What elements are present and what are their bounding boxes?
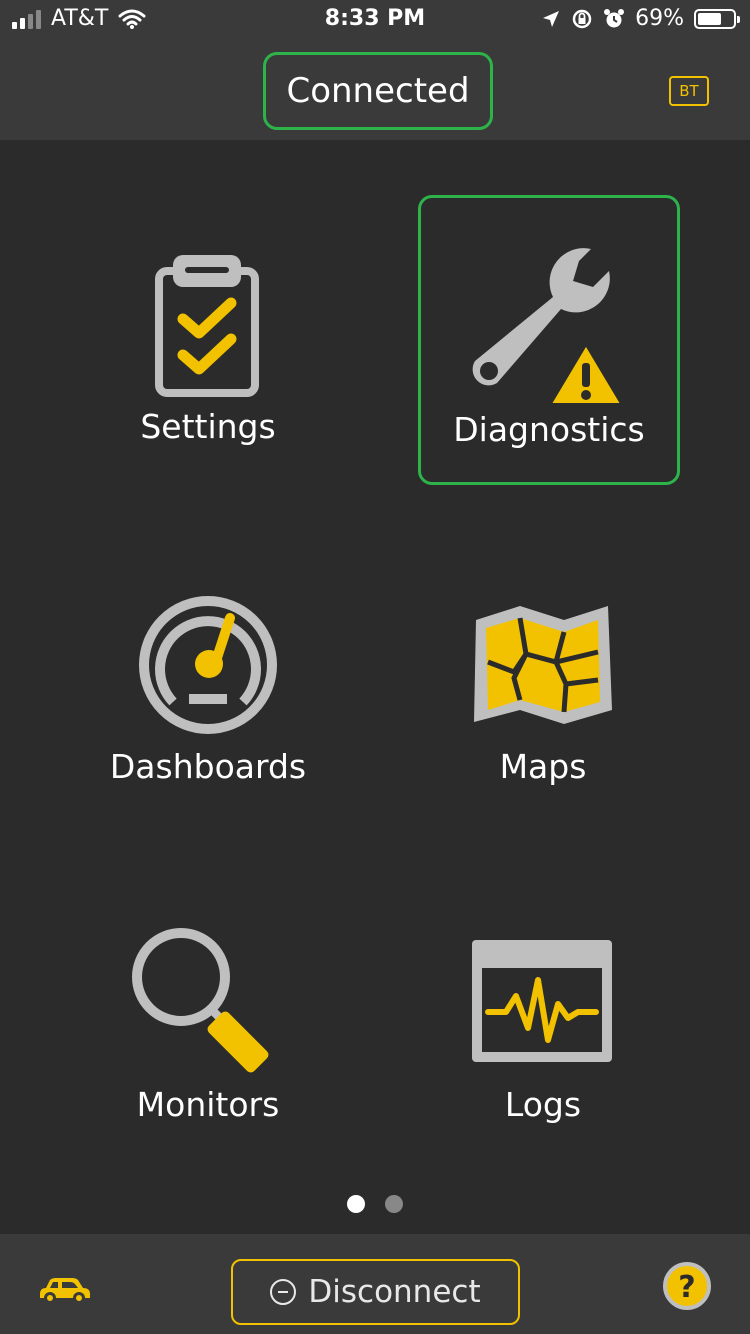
menu-tile-monitors[interactable]: Monitors [77,870,339,1160]
activity-log-window-icon [472,940,612,1062]
folded-map-icon [474,606,612,724]
minus-circle-icon [270,1279,297,1305]
help-icon-glyph: ? [678,1270,695,1305]
bottom-bar: Disconnect ? [0,1234,750,1334]
wrench-warning-icon [472,248,625,407]
app-header: Connected BT [0,40,750,140]
clipboard-checklist-icon [155,255,259,397]
disconnect-label: Disconnect [308,1274,481,1310]
battery-fill [698,12,721,25]
connection-status[interactable]: Connected [263,52,493,130]
alarm-icon [604,8,625,27]
menu-label-dashboards: Dashboards [109,747,307,786]
menu-label-logs: Logs [504,1085,582,1124]
disconnect-button[interactable]: Disconnect [231,1259,520,1325]
menu-tile-diagnostics[interactable]: Diagnostics [418,195,680,485]
menu-tile-settings[interactable]: Settings [77,195,339,485]
status-right: 69% [541,6,740,31]
status-bar: AT&T 8:33 PM 69% [0,0,750,40]
menu-tile-logs[interactable]: Logs [412,870,674,1160]
menu-label-settings: Settings [140,407,276,446]
page-dot-2[interactable] [385,1195,403,1213]
location-arrow-icon [543,10,560,27]
speedometer-gauge-icon [139,596,277,734]
magnifying-glass-icon [132,928,269,1073]
car-icon[interactable] [36,1276,92,1306]
page-indicator [0,1195,750,1213]
battery-icon [694,8,740,29]
bluetooth-badge[interactable]: BT [669,76,709,106]
menu-label-monitors: Monitors [136,1085,280,1124]
orientation-lock-icon [572,9,592,28]
battery-percentage: 69% [635,6,684,31]
menu-tile-maps[interactable]: Maps [412,532,674,822]
page-dot-1[interactable] [347,1195,365,1213]
menu-label-maps: Maps [499,747,587,786]
menu-label-diagnostics: Diagnostics [453,410,645,449]
menu-tile-dashboards[interactable]: Dashboards [77,532,339,822]
help-icon[interactable]: ? [662,1261,712,1311]
